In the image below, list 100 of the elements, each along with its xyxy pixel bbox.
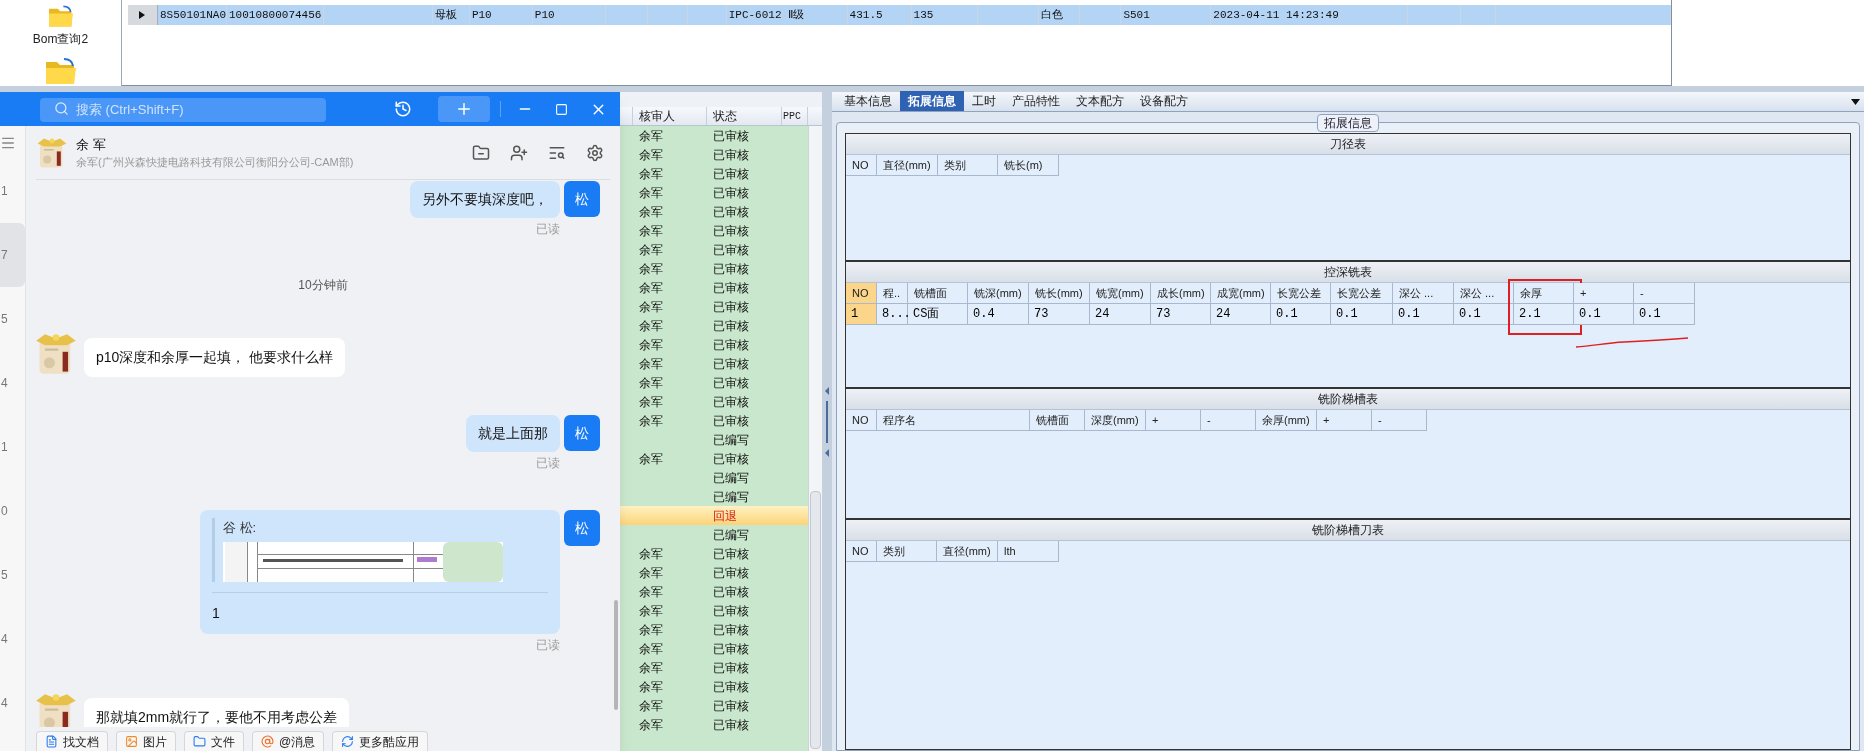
- splitter-handle-icon[interactable]: [824, 386, 830, 457]
- chat-list-item[interactable]: 5: [0, 287, 25, 351]
- column-header[interactable]: 余厚(mm): [1256, 410, 1317, 431]
- tab[interactable]: 产品特性: [1004, 91, 1068, 111]
- grid-row[interactable]: 余军 已审核: [620, 544, 808, 563]
- tab[interactable]: 设备配方: [1132, 91, 1196, 111]
- column-header[interactable]: 程..: [877, 283, 908, 304]
- toolbar-button[interactable]: 找文档: [36, 731, 108, 751]
- column-header[interactable]: -: [1634, 283, 1695, 304]
- grid-row[interactable]: 已编写: [620, 468, 808, 487]
- grid-row[interactable]: 余军 已审核: [620, 183, 808, 202]
- tab[interactable]: 文本配方: [1068, 91, 1132, 111]
- column-header[interactable]: 铣深(mm): [968, 283, 1029, 304]
- column-header[interactable]: 长宽公差: [1271, 283, 1331, 304]
- grid-row[interactable]: 余军 已审核: [620, 411, 808, 430]
- tab[interactable]: 工时: [964, 91, 1004, 111]
- sidebar-item[interactable]: Bom查询2: [32, 30, 89, 48]
- grid-row[interactable]: 余军 已审核: [620, 658, 808, 677]
- column-header[interactable]: 直径(mm): [877, 155, 938, 176]
- column-header[interactable]: 核审人: [633, 107, 707, 125]
- grid-row[interactable]: 余军 已审核: [620, 335, 808, 354]
- toolbar-button[interactable]: 更多酷应用: [332, 731, 429, 751]
- grid-row[interactable]: 已编写: [620, 525, 808, 544]
- folder-icon[interactable]: [472, 143, 490, 162]
- column-header[interactable]: 成长(mm): [1151, 283, 1211, 304]
- column-header[interactable]: 铣宽(mm): [1090, 283, 1151, 304]
- table-row[interactable]: 8S50101NA0 10010800074456 母板 P10 P10 IPC-6012 Ⅱ级 431.5 135 白色 S501 2023-04-11 14:23:49: [128, 5, 1671, 25]
- chat-list-item[interactable]: 1: [0, 415, 25, 479]
- grid-row[interactable]: 余军 已审核: [620, 677, 808, 696]
- grid-row[interactable]: 余军 已审核: [620, 449, 808, 468]
- add-user-icon[interactable]: [510, 143, 528, 162]
- column-header[interactable]: +: [1574, 283, 1634, 304]
- column-header[interactable]: 成宽(mm): [1211, 283, 1271, 304]
- chat-list-item[interactable]: 0: [0, 479, 25, 543]
- column-header[interactable]: 长宽公差: [1331, 283, 1393, 304]
- column-header[interactable]: 铣槽面: [1030, 410, 1085, 431]
- column-header[interactable]: NO: [846, 155, 877, 176]
- column-header[interactable]: 程序名: [877, 410, 1030, 431]
- column-header[interactable]: 类别: [938, 155, 998, 176]
- column-header[interactable]: PPC: [782, 107, 808, 125]
- chat-list-item[interactable]: 4: [0, 607, 25, 671]
- grid-row[interactable]: 余军 已审核: [620, 164, 808, 183]
- grid-row[interactable]: 余军 已审核: [620, 278, 808, 297]
- chat-list-item[interactable]: 5: [0, 543, 25, 607]
- grid-row[interactable]: 余军 已审核: [620, 639, 808, 658]
- chat-list-item[interactable]: 4: [0, 671, 25, 735]
- column-header[interactable]: NO: [846, 410, 877, 431]
- column-header[interactable]: 余厚: [1514, 283, 1574, 304]
- grid-row[interactable]: 余军 已审核: [620, 354, 808, 373]
- scrollbar[interactable]: [614, 600, 618, 710]
- search-field[interactable]: 搜索 (Ctrl+Shift+F): [40, 97, 326, 122]
- grid-row[interactable]: 余军 已审核: [620, 601, 808, 620]
- chat-list-item[interactable]: 1: [0, 159, 25, 223]
- settings-icon[interactable]: [586, 143, 604, 162]
- grid-row[interactable]: 余军 已审核: [620, 297, 808, 316]
- column-header[interactable]: 直径(mm): [937, 541, 998, 562]
- grid-row[interactable]: 余军 已审核: [620, 259, 808, 278]
- grid-row[interactable]: 已编写: [620, 430, 808, 449]
- dropdown-icon[interactable]: [1851, 99, 1860, 105]
- toolbar-button[interactable]: 图片: [116, 731, 176, 751]
- column-header[interactable]: 类别: [877, 541, 937, 562]
- grid-row[interactable]: 余军 已审核: [620, 715, 808, 734]
- user-avatar[interactable]: 松: [564, 181, 600, 217]
- column-header[interactable]: 深度(mm): [1085, 410, 1146, 431]
- add-button[interactable]: [438, 96, 490, 122]
- history-icon[interactable]: [394, 100, 412, 118]
- column-header[interactable]: 状态: [707, 107, 782, 125]
- grid-row[interactable]: 余军 已审核: [620, 373, 808, 392]
- grid-row[interactable]: 余军 已审核: [620, 202, 808, 221]
- grid-row[interactable]: 已编写: [620, 487, 808, 506]
- grid-row[interactable]: 余军 已审核: [620, 240, 808, 259]
- tab[interactable]: 拓展信息: [900, 91, 964, 111]
- column-header[interactable]: +: [1317, 410, 1372, 431]
- maximize-icon[interactable]: [555, 102, 568, 116]
- grid-row[interactable]: 余军 已审核: [620, 145, 808, 164]
- grid-row[interactable]: 余军 已审核: [620, 392, 808, 411]
- column-header[interactable]: 深公 ...: [1393, 283, 1454, 304]
- tab[interactable]: 基本信息: [836, 91, 900, 111]
- column-header[interactable]: lth: [998, 541, 1059, 562]
- column-header[interactable]: NO: [846, 283, 877, 304]
- grid-row[interactable]: 回退: [620, 506, 808, 525]
- chat-list-item[interactable]: 4: [0, 351, 25, 415]
- scrollbar[interactable]: [808, 126, 822, 751]
- grid-row[interactable]: 余军 已审核: [620, 696, 808, 715]
- grid-row[interactable]: 余军 已审核: [620, 582, 808, 601]
- column-header[interactable]: -: [1372, 410, 1427, 431]
- grid-row[interactable]: 余军 已审核: [620, 620, 808, 639]
- grid-row[interactable]: 余军 已审核: [620, 563, 808, 582]
- column-header[interactable]: NO: [846, 541, 877, 562]
- user-avatar[interactable]: 松: [564, 415, 600, 451]
- toolbar-button[interactable]: 文件: [184, 731, 244, 751]
- column-header[interactable]: 铣长(m): [998, 155, 1059, 176]
- column-header[interactable]: -: [1201, 410, 1256, 431]
- toolbar-button[interactable]: @消息: [252, 731, 325, 751]
- column-header[interactable]: 铣长(mm): [1029, 283, 1090, 304]
- user-avatar[interactable]: 松: [564, 510, 600, 546]
- column-header[interactable]: 深公 ...: [1454, 283, 1514, 304]
- column-header[interactable]: 铣槽面: [908, 283, 968, 304]
- grid-row[interactable]: 余军 已审核: [620, 316, 808, 335]
- column-header[interactable]: +: [1146, 410, 1201, 431]
